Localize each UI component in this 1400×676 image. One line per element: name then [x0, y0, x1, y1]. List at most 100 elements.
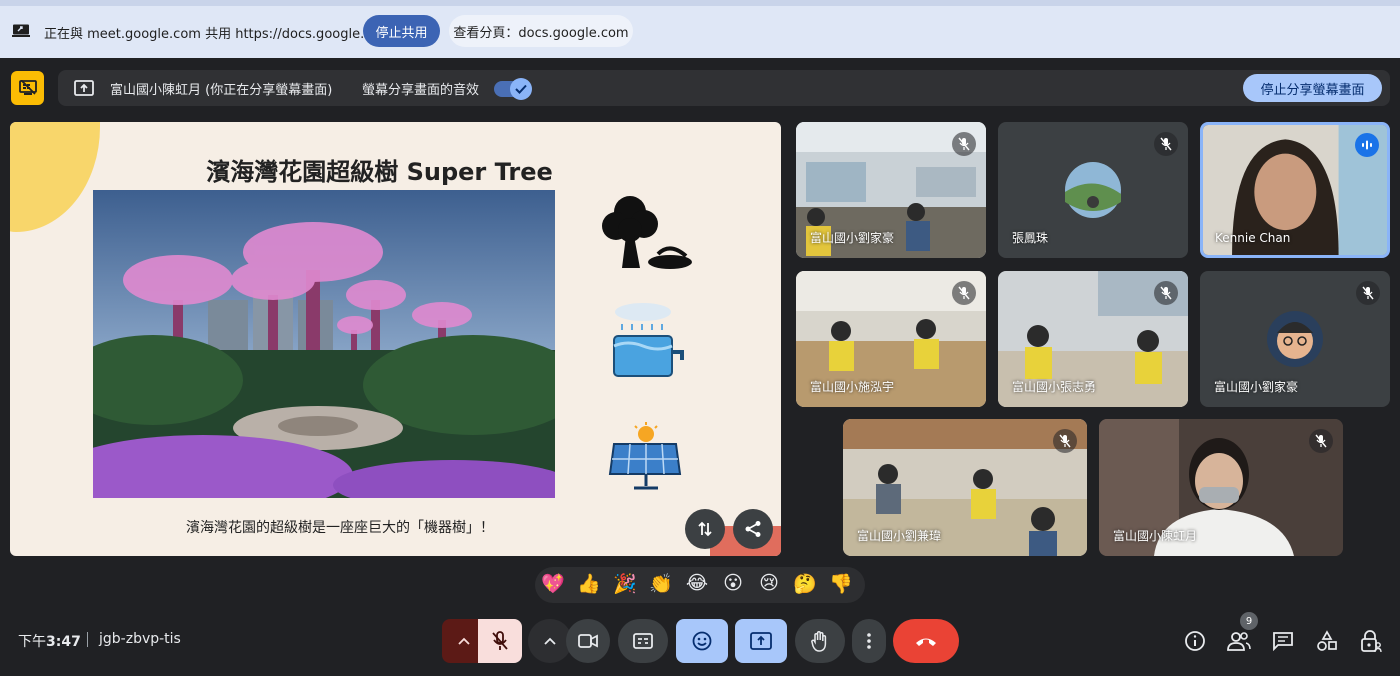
reaction-laugh[interactable]: 😂 — [683, 572, 711, 594]
meeting-clock: 下午3:47 — [18, 631, 81, 651]
participant-name: 富山國小劉家豪 — [1214, 380, 1299, 394]
reaction-clap[interactable]: 👏 — [647, 572, 675, 595]
lock-person-icon — [1361, 630, 1382, 653]
rainwater-tank-icon — [613, 303, 684, 377]
mic-off-indicator — [1309, 429, 1333, 453]
slide-caption: 濱海灣花園的超級樹是一座座巨大的「機器樹」！ — [186, 520, 494, 536]
presenting-indicator[interactable] — [11, 71, 44, 105]
swap-arrows-icon — [698, 521, 712, 537]
participant-tile-speaking[interactable]: Kennie Chan — [1200, 122, 1390, 258]
speaking-indicator — [1355, 133, 1379, 157]
camera-button[interactable] — [566, 619, 610, 663]
presenter-name: 富山國小陳虹月 (你正在分享螢幕畫面) — [110, 83, 333, 98]
info-icon — [1185, 631, 1205, 651]
chevron-up-icon — [544, 637, 556, 645]
toggle-knob — [510, 78, 532, 100]
chevron-up-icon — [458, 637, 470, 645]
time-value: 3:47 — [46, 634, 81, 650]
reaction-heart[interactable]: 💖 — [539, 572, 567, 595]
tree-icon — [602, 196, 692, 269]
mic-off-icon — [1160, 286, 1172, 300]
mic-off-icon — [958, 137, 970, 151]
time-prefix: 下午 — [18, 634, 46, 650]
check-icon — [515, 84, 527, 94]
reactions-button[interactable] — [676, 619, 728, 663]
emoji-icon — [692, 631, 712, 651]
chrome-top-edge — [0, 0, 1400, 6]
meeting-details-button[interactable] — [1182, 628, 1208, 654]
reaction-sad[interactable]: 😢 — [755, 572, 783, 594]
participant-name: 富山國小劉家豪 — [810, 231, 895, 245]
screen-share-icon — [12, 24, 30, 37]
reactions-bar: 💖 👍 🎉 👏 😂 😮 😢 🤔 👎 — [535, 567, 865, 603]
people-count-badge: 9 — [1240, 612, 1258, 630]
mic-off-indicator — [1154, 132, 1178, 156]
participant-name: 富山國小施泓宇 — [810, 380, 895, 394]
more-vertical-icon — [867, 633, 871, 649]
presentation-bar: 富山國小陳虹月 (你正在分享螢幕畫面) 螢幕分享畫面的音效 停止分享螢幕畫面 — [58, 70, 1390, 106]
participant-tile[interactable]: 富山國小劉兼瑋 — [843, 419, 1087, 556]
mic-off-indicator — [1154, 281, 1178, 305]
captions-button[interactable] — [618, 619, 668, 663]
reaction-surprised[interactable]: 😮 — [719, 572, 747, 594]
hang-up-icon — [916, 638, 936, 646]
solar-panel-icon — [608, 422, 682, 490]
reaction-thumbs-up[interactable]: 👍 — [575, 572, 603, 595]
participant-tile[interactable]: 富山國小陳虹月 — [1099, 419, 1343, 556]
participant-tile[interactable]: 富山國小劉家豪 — [1200, 271, 1390, 407]
participant-name: 富山國小張志勇 — [1012, 380, 1097, 394]
present-screen-icon — [74, 80, 94, 96]
participant-tile[interactable]: 富山國小施泓宇 — [796, 271, 986, 407]
mic-off-indicator — [952, 132, 976, 156]
chat-icon — [1273, 632, 1293, 651]
present-screen-icon — [750, 632, 772, 650]
reaction-thinking[interactable]: 🤔 — [791, 572, 819, 595]
swap-layout-button[interactable] — [685, 509, 725, 549]
share-slide-button[interactable] — [733, 509, 773, 549]
share-icon — [745, 521, 761, 537]
audio-level-icon — [1362, 140, 1372, 150]
leave-call-button[interactable] — [893, 619, 959, 663]
participant-name: Kennie Chan — [1215, 231, 1291, 245]
stop-sharing-button[interactable]: 停止共用 — [363, 15, 440, 47]
people-icon — [1227, 632, 1251, 651]
participant-tile[interactable]: 張鳳珠 — [998, 122, 1188, 258]
microphone-button[interactable] — [478, 619, 522, 663]
slide-title: 濱海灣花園超級樹 Super Tree — [206, 158, 553, 186]
view-tab-button[interactable]: 查看分頁：docs.google.com — [449, 15, 633, 47]
meeting-code: jgb-zbvp-tis — [99, 631, 181, 647]
more-options-button[interactable] — [852, 619, 886, 663]
present-now-button[interactable] — [735, 619, 787, 663]
supertree-photo — [93, 190, 555, 498]
people-button[interactable] — [1226, 628, 1252, 654]
mic-off-icon — [958, 286, 970, 300]
participant-tile[interactable]: 富山國小張志勇 — [998, 271, 1188, 407]
video-camera-icon — [578, 634, 598, 648]
share-status-text: 正在與 meet.google.com 共用 https://docs.goog… — [44, 27, 392, 42]
mic-off-indicator — [1356, 281, 1380, 305]
mic-off-icon — [1059, 434, 1071, 448]
mic-off-icon — [492, 631, 508, 650]
participant-name: 張鳳珠 — [1012, 231, 1049, 245]
reaction-thumbs-down[interactable]: 👎 — [827, 572, 855, 595]
mic-off-icon — [1315, 434, 1327, 448]
participant-tile[interactable]: 富山國小劉家豪 — [796, 122, 986, 258]
chat-button[interactable] — [1270, 628, 1296, 654]
raise-hand-button[interactable] — [795, 619, 845, 663]
stop-presenting-button[interactable]: 停止分享螢幕畫面 — [1243, 74, 1382, 102]
presented-slide: 濱海灣花園超級樹 Super Tree 濱海灣花園的超級樹是一座座巨大的「機器樹… — [10, 122, 781, 556]
raise-hand-icon — [811, 631, 827, 652]
mic-off-indicator — [952, 281, 976, 305]
participant-name: 富山國小劉兼瑋 — [857, 529, 942, 543]
activities-button[interactable] — [1314, 628, 1340, 654]
mic-off-icon — [1362, 286, 1374, 300]
closed-captions-icon — [633, 633, 653, 649]
share-audio-label: 螢幕分享畫面的音效 — [362, 83, 480, 98]
present-off-icon — [18, 80, 37, 95]
share-audio-toggle[interactable] — [494, 78, 532, 100]
host-controls-button[interactable] — [1358, 628, 1384, 654]
participant-name: 富山國小陳虹月 — [1113, 529, 1198, 543]
mic-off-indicator — [1053, 429, 1077, 453]
clock-divider — [87, 632, 88, 647]
reaction-party[interactable]: 🎉 — [611, 572, 639, 595]
